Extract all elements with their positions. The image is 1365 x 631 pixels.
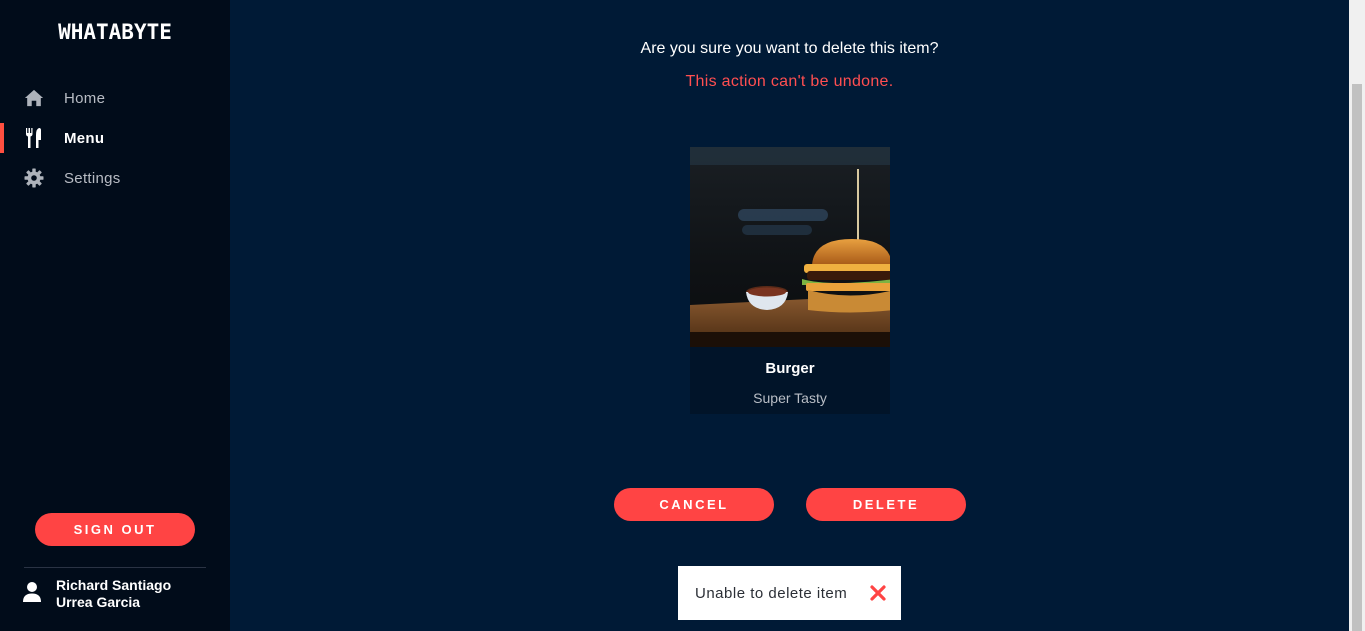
- error-toast: Unable to delete item: [678, 566, 901, 620]
- scrollbar-thumb[interactable]: [1352, 84, 1362, 631]
- sidebar-item-label: Home: [64, 89, 106, 107]
- sidebar-item-home[interactable]: Home: [0, 78, 230, 118]
- home-icon: [24, 88, 44, 108]
- delete-button[interactable]: DELETE: [806, 488, 966, 521]
- sign-out-button[interactable]: SIGN OUT: [35, 513, 195, 546]
- menu-item-description: Super Tasty: [753, 390, 827, 406]
- user-icon: [22, 581, 42, 608]
- sidebar-item-settings[interactable]: Settings: [0, 158, 230, 198]
- user-name-line2: Urrea Garcia: [56, 594, 141, 610]
- sidebar-item-menu[interactable]: Menu: [0, 118, 230, 158]
- menu-item-image: [690, 147, 890, 347]
- confirm-warning: This action can't be undone.: [685, 73, 894, 90]
- user-name: Richard Santiago Urrea Garcia: [56, 577, 171, 611]
- gear-icon: [24, 168, 44, 188]
- sidebar-divider: [24, 567, 206, 568]
- page-scrollbar[interactable]: [1349, 0, 1365, 631]
- sidebar-item-label: Menu: [64, 129, 105, 147]
- sidebar: WHATABYTE Home Menu Settings SIGN OUT Ri…: [0, 0, 230, 631]
- toast-message: Unable to delete item: [695, 584, 848, 602]
- user-profile[interactable]: Richard Santiago Urrea Garcia: [22, 577, 171, 611]
- brand-logo[interactable]: WHATABYTE: [0, 20, 230, 44]
- confirm-question: Are you sure you want to delete this ite…: [640, 40, 939, 57]
- utensils-icon: [24, 128, 44, 148]
- menu-item-name: Burger: [765, 360, 815, 377]
- close-icon[interactable]: [869, 584, 887, 602]
- cancel-button[interactable]: CANCEL: [614, 488, 774, 521]
- sidebar-item-label: Settings: [64, 169, 121, 187]
- sidebar-nav: Home Menu Settings: [0, 78, 230, 198]
- user-name-line1: Richard Santiago: [56, 577, 172, 593]
